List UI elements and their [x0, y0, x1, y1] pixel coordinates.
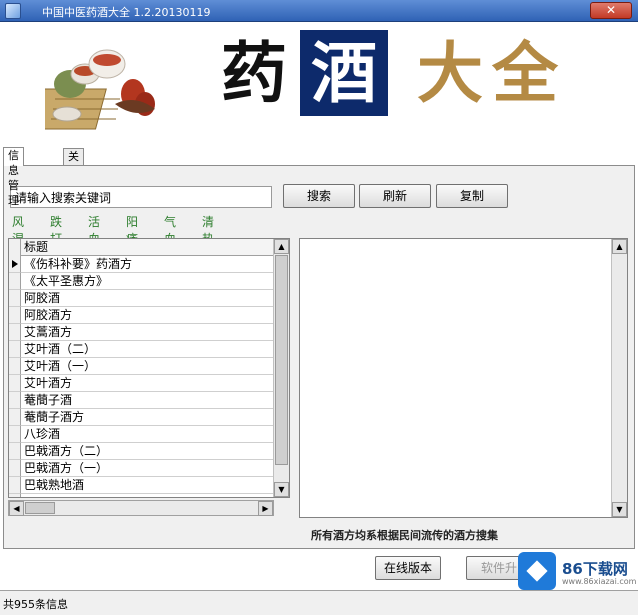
row-indicator[interactable]	[9, 460, 21, 477]
row-indicator[interactable]	[9, 324, 21, 341]
row-title-cell[interactable]: 菴蕳子酒	[21, 392, 283, 409]
record-count: 共955条信息	[3, 598, 68, 611]
watermark-logo-icon	[518, 552, 556, 590]
table-row[interactable]: 艾蒿酒方	[9, 324, 283, 341]
row-title-cell[interactable]: 巴戟酒方（二）	[21, 443, 283, 460]
row-indicator[interactable]	[9, 426, 21, 443]
row-indicator[interactable]	[9, 290, 21, 307]
table-row[interactable]: 巴戟酒方（二）	[9, 443, 283, 460]
row-title-cell[interactable]: 巴戟酒方（一）	[21, 460, 283, 477]
grid-vertical-scrollbar[interactable]: ▲ ▼	[273, 239, 289, 497]
banner-char-3: 大	[417, 34, 483, 112]
disclaimer-text: 所有酒方均系根据民间流传的酒方搜集	[311, 529, 498, 542]
row-indicator[interactable]	[9, 477, 21, 494]
row-indicator[interactable]	[9, 358, 21, 375]
tea-set-image	[45, 49, 155, 130]
scroll-left-icon[interactable]: ◀	[9, 501, 24, 516]
row-indicator[interactable]	[9, 409, 21, 426]
row-title-cell[interactable]: 巴戟熟地酒	[21, 477, 283, 494]
tab-info-management[interactable]: 信息管理	[3, 147, 24, 207]
row-title-cell[interactable]: 《伤科补要》药酒方	[21, 256, 283, 273]
table-row[interactable]: 艾叶酒（一）	[9, 358, 283, 375]
banner-char-4: 全	[492, 34, 558, 112]
table-row[interactable]: 菴蕳子酒方	[9, 409, 283, 426]
row-indicator[interactable]	[9, 273, 21, 290]
scroll-down-icon[interactable]: ▼	[612, 502, 627, 517]
scroll-thumb[interactable]	[275, 255, 288, 465]
table-row[interactable]: 巴戟酒方（一）	[9, 460, 283, 477]
row-title-cell[interactable]: 《太平圣惠方》	[21, 273, 283, 290]
scroll-down-icon[interactable]: ▼	[274, 482, 289, 497]
title-bar: 中国中医药酒大全 1.2.20130119 ✕	[0, 0, 638, 22]
banner-char-2: 酒	[300, 30, 388, 116]
scroll-right-icon[interactable]: ▶	[258, 501, 273, 516]
table-row[interactable]: 《太平圣惠方》	[9, 273, 283, 290]
row-title-cell[interactable]: 阿胶酒方	[21, 307, 283, 324]
recipe-detail-area[interactable]: ▲ ▼	[299, 238, 628, 518]
column-header-title[interactable]: 标题	[21, 239, 283, 256]
banner-char-1: 药	[221, 34, 287, 112]
table-row[interactable]: 巴戟熟地酒	[9, 477, 283, 494]
table-row[interactable]: 艾叶酒（二）	[9, 341, 283, 358]
app-icon	[5, 3, 21, 19]
recipe-list-grid[interactable]: 标题 《伤科补要》药酒方 《太平圣惠方》 阿胶酒 阿胶酒方 艾蒿酒方 艾叶酒（二） 艾叶酒（…	[8, 238, 290, 498]
table-row[interactable]: 阿胶酒方	[9, 307, 283, 324]
row-indicator[interactable]	[9, 443, 21, 460]
scroll-up-icon[interactable]: ▲	[612, 239, 627, 254]
table-row[interactable]: 菴蕳子酒	[9, 392, 283, 409]
row-title-cell[interactable]: 八珍酒	[21, 426, 283, 443]
search-input[interactable]	[10, 186, 272, 208]
row-title-cell[interactable]: 菴蕳子酒方	[21, 409, 283, 426]
scroll-up-icon[interactable]: ▲	[274, 239, 289, 254]
row-title-cell[interactable]: 艾叶酒（一）	[21, 358, 283, 375]
tab-about-us[interactable]: 关于我们	[63, 148, 84, 208]
refresh-button[interactable]: 刷新	[359, 184, 431, 208]
row-indicator[interactable]	[9, 392, 21, 409]
row-title-cell[interactable]: 阿胶酒	[21, 290, 283, 307]
current-row-arrow-icon[interactable]	[9, 256, 21, 273]
hscroll-thumb[interactable]	[25, 502, 55, 514]
watermark-url: www.86xiazai.com	[562, 577, 637, 586]
grid-horizontal-scrollbar[interactable]: ◀ ▶	[8, 500, 274, 516]
online-version-button[interactable]: 在线版本	[375, 556, 441, 580]
table-row[interactable]: 艾叶酒方	[9, 375, 283, 392]
status-bar: 共955条信息	[0, 590, 638, 615]
row-indicator[interactable]	[9, 375, 21, 392]
copy-button[interactable]: 复制	[436, 184, 508, 208]
watermark-text: 86下载网	[562, 560, 628, 578]
table-row[interactable]: 八珍酒	[9, 426, 283, 443]
table-row[interactable]: 《伤科补要》药酒方	[9, 256, 283, 273]
close-button[interactable]: ✕	[590, 2, 632, 19]
search-button[interactable]: 搜索	[283, 184, 355, 208]
row-indicator[interactable]	[9, 307, 21, 324]
row-title-cell[interactable]: 艾蒿酒方	[21, 324, 283, 341]
window-title: 中国中医药酒大全 1.2.20130119	[42, 6, 211, 19]
row-indicator[interactable]	[9, 341, 21, 358]
detail-vertical-scrollbar[interactable]: ▲ ▼	[611, 239, 627, 517]
row-title-cell[interactable]: 艾叶酒（二）	[21, 341, 283, 358]
row-title-cell[interactable]: 艾叶酒方	[21, 375, 283, 392]
table-row[interactable]: 阿胶酒	[9, 290, 283, 307]
banner: 药 酒 大 全	[0, 22, 638, 146]
